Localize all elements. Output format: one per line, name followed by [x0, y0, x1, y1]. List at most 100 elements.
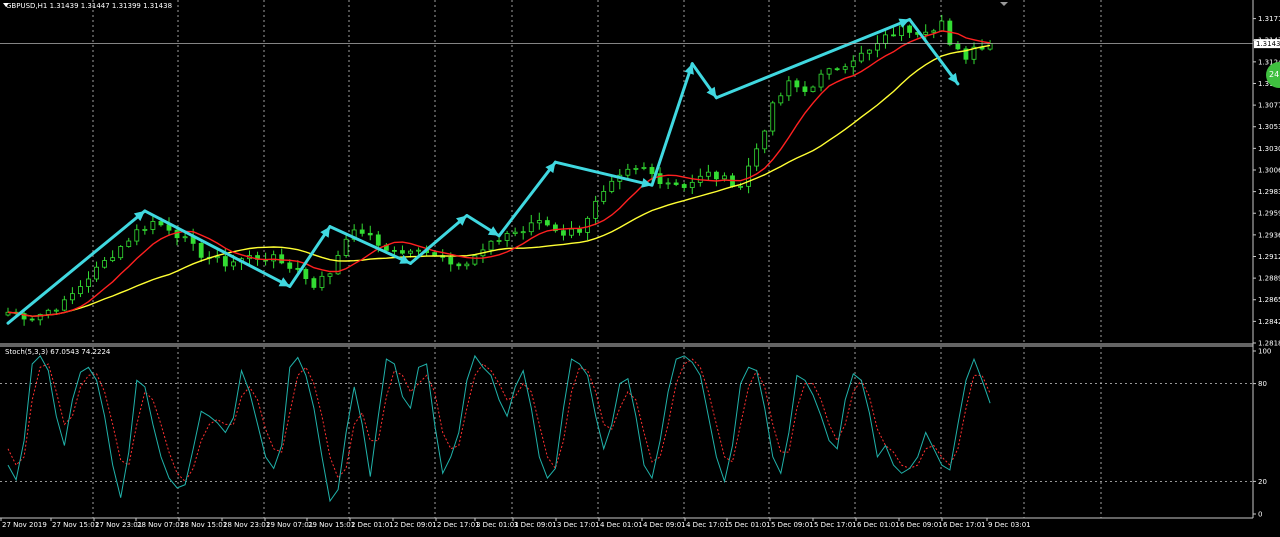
candle-body	[319, 275, 325, 288]
candle-body	[61, 299, 67, 311]
candle-body	[705, 171, 711, 177]
candle-body	[287, 262, 293, 269]
candle-body	[432, 252, 438, 256]
candle-body	[174, 229, 180, 239]
time-tick-label: 2 Dec 01:01	[351, 521, 394, 529]
candle-body	[400, 250, 405, 254]
candle-body	[359, 229, 365, 234]
price-tick-label: 1.28890	[1258, 275, 1280, 283]
time-tick-label: 29 Nov 15:01	[308, 521, 355, 529]
stoch-tick-label: 80	[1258, 380, 1267, 388]
candle-body	[488, 240, 494, 251]
price-tick-label: 1.30535	[1258, 123, 1280, 131]
chart-window[interactable]: 1.31438 1.317101.314751.312401.310051.30…	[0, 0, 1280, 533]
stoch-title: Stoch(5,3,3) 67.0543 74.2224	[5, 348, 111, 356]
price-tick-label: 1.29595	[1258, 210, 1280, 218]
time-tick-label: 6 Dec 09:01	[900, 521, 943, 529]
time-tick-label: 6 Dec 01:01	[857, 521, 900, 529]
candle-body	[102, 260, 107, 268]
time-tick-label: 5 Dec 01:01	[728, 521, 771, 529]
time-tick-label: 27 Nov 15:01	[52, 521, 99, 529]
candle-body	[520, 231, 526, 234]
candle-body	[641, 167, 647, 169]
candle-body	[536, 220, 542, 224]
candle-body	[327, 273, 333, 277]
candle-body	[633, 167, 639, 170]
time-tick-label: 5 Dec 17:01	[814, 521, 857, 529]
time-tick-label: 4 Dec 09:01	[643, 521, 686, 529]
candle-body	[53, 309, 59, 312]
candle-body	[311, 278, 317, 288]
candle-body	[810, 86, 816, 92]
candle-body	[665, 182, 671, 185]
candle-body	[585, 217, 590, 233]
chart-canvas[interactable]: 1.31438 1.317101.314751.312401.310051.30…	[0, 0, 1280, 533]
price-tick-label: 1.29830	[1258, 188, 1280, 196]
candle-body	[858, 52, 864, 62]
candle-body	[770, 102, 776, 132]
candle-body	[528, 222, 534, 233]
candle-body	[416, 249, 421, 252]
price-tick-label: 1.28420	[1258, 318, 1280, 326]
candle-body	[70, 293, 75, 301]
candle-body	[504, 233, 510, 241]
candle-body	[142, 229, 148, 231]
time-tick-label: 29 Nov 07:01	[266, 521, 313, 529]
candle-body	[408, 250, 413, 254]
candle-body	[923, 31, 929, 35]
time-tick-label: 3 Dec 09:01	[514, 521, 557, 529]
candle-body	[786, 80, 792, 97]
stoch-tick-label: 0	[1258, 511, 1262, 519]
candle-body	[198, 242, 204, 258]
candle-body	[158, 221, 164, 226]
candle-body	[931, 30, 937, 33]
candle-body	[818, 73, 824, 88]
candle-body	[826, 68, 832, 75]
time-tick-label: 9 Dec 03:01	[988, 521, 1031, 529]
price-tick-label: 1.31710	[1258, 15, 1280, 23]
time-tick-label: 2 Dec 17:01	[437, 521, 480, 529]
candle-body	[303, 269, 309, 280]
price-tick-label: 1.31475	[1258, 37, 1280, 45]
candle-body	[343, 238, 349, 256]
candle-body	[738, 185, 743, 188]
candle-body	[722, 175, 727, 180]
candle-body	[86, 278, 91, 287]
candle-body	[987, 43, 993, 50]
candle-body	[762, 130, 768, 150]
candle-body	[842, 66, 848, 70]
candle-body	[794, 80, 800, 88]
time-tick-label: 28 Nov 07:01	[137, 521, 184, 529]
candle-body	[110, 257, 116, 261]
candle-body	[593, 200, 599, 219]
candle-body	[456, 263, 462, 267]
candle-body	[778, 95, 784, 104]
candle-body	[875, 43, 880, 51]
price-tick-label: 1.29125	[1258, 253, 1280, 261]
time-tick-label: 6 Dec 17:01	[943, 521, 986, 529]
time-tick-label: 4 Dec 17:01	[686, 521, 729, 529]
candle-body	[134, 229, 140, 242]
candle-body	[955, 43, 961, 50]
time-tick-label: 5 Dec 09:01	[771, 521, 814, 529]
candle-body	[673, 182, 679, 185]
time-tick-label: 28 Nov 15:01	[180, 521, 227, 529]
candle-body	[544, 220, 550, 226]
price-tick-label: 1.30065	[1258, 166, 1280, 174]
candle-body	[391, 249, 397, 252]
candle-body	[78, 286, 83, 295]
candle-body	[802, 86, 808, 92]
candle-body	[295, 267, 301, 270]
price-tick-label: 1.30770	[1258, 102, 1280, 110]
candle-body	[577, 228, 582, 233]
candle-body	[512, 231, 518, 234]
candle-body	[850, 60, 856, 68]
candle-body	[29, 318, 35, 321]
candle-body	[472, 255, 478, 265]
time-tick-label: 3 Dec 01:01	[476, 521, 519, 529]
candle-body	[448, 256, 454, 265]
stoch-tick-label: 20	[1258, 478, 1267, 486]
price-tick-label: 1.28185	[1258, 340, 1280, 348]
candle-body	[609, 180, 615, 192]
candle-body	[883, 34, 888, 44]
